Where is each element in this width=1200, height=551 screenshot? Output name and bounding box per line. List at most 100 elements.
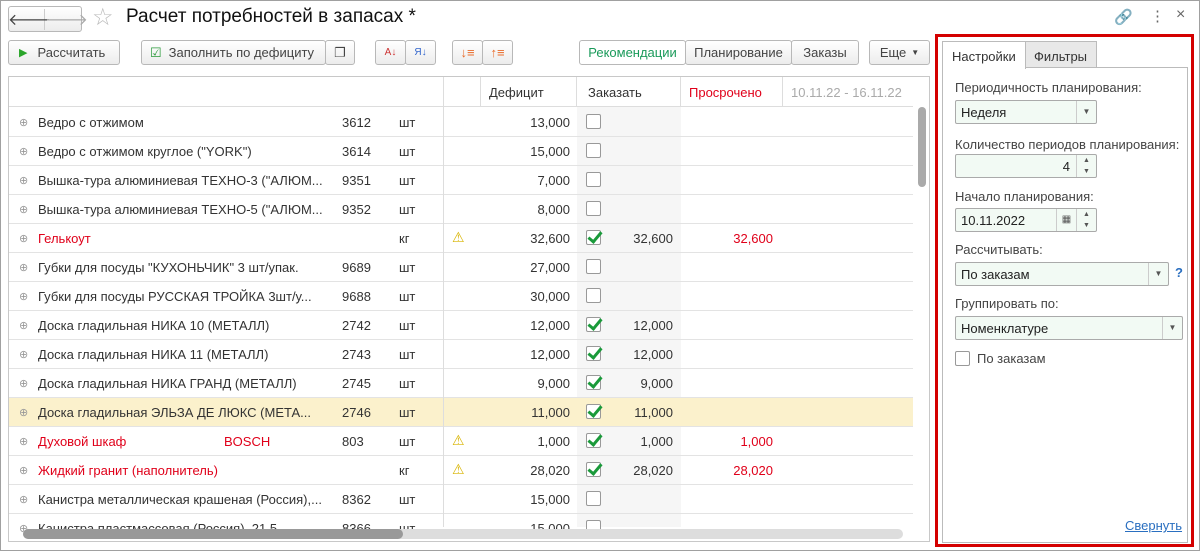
view-planning[interactable]: Планирование	[685, 40, 792, 65]
order-checkbox[interactable]	[586, 201, 601, 216]
group-select[interactable]: Номенклатуре ▼	[955, 316, 1183, 340]
header-deficit[interactable]: Дефицит	[489, 85, 544, 100]
copy-button[interactable]: ❐	[325, 40, 355, 65]
header-overdue[interactable]: Просрочено	[689, 85, 762, 100]
link-icon[interactable]: 🔗	[1114, 8, 1133, 26]
table-row[interactable]: ⊕ Губки для посуды "КУХОНЬЧИК" 3 шт/упак…	[9, 253, 913, 282]
view-orders[interactable]: Заказы	[791, 40, 859, 65]
item-unit: кг	[399, 463, 410, 478]
item-overdue: 1,000	[740, 434, 773, 449]
order-checkbox[interactable]	[586, 114, 601, 129]
order-checkbox[interactable]	[586, 317, 601, 332]
table-row[interactable]: ⊕ Вышка-тура алюминиевая ТЕХНО-5 ("АЛЮМ.…	[9, 195, 913, 224]
item-unit: шт	[399, 289, 416, 304]
periods-label: Количество периодов планирования:	[955, 137, 1180, 152]
expand-icon[interactable]: ⊕	[19, 464, 28, 477]
expand-icon[interactable]: ⊕	[19, 319, 28, 332]
calendar-icon[interactable]: ▦	[1056, 209, 1076, 231]
periodicity-select[interactable]: Неделя ▼	[955, 100, 1097, 124]
header-order[interactable]: Заказать	[588, 85, 642, 100]
vertical-scrollbar[interactable]	[915, 77, 929, 527]
expand-icon[interactable]: ⊕	[19, 435, 28, 448]
expand-icon[interactable]: ⊕	[19, 145, 28, 158]
order-down-button[interactable]: ↓≡	[452, 40, 483, 65]
table-row[interactable]: ⊕ Доска гладильная НИКА 11 (МЕТАЛЛ) 2743…	[9, 340, 913, 369]
tab-settings[interactable]: Настройки	[942, 41, 1026, 69]
order-checkbox[interactable]	[586, 462, 601, 477]
table-row[interactable]: ⊕ Губки для посуды РУССКАЯ ТРОЙКА 3шт/у.…	[9, 282, 913, 311]
fill-deficit-button[interactable]: ☑ Заполнить по дефициту	[141, 40, 326, 65]
item-order-qty[interactable]: 12,000	[633, 347, 673, 362]
order-checkbox[interactable]	[586, 172, 601, 187]
item-deficit: 1,000	[537, 434, 570, 449]
calc-select[interactable]: По заказам ▼	[955, 262, 1169, 286]
table-header: Дефицит Заказать Просрочено 10.11.22 - 1…	[9, 77, 913, 107]
item-unit: шт	[399, 405, 416, 420]
table-row[interactable]: ⊕ Ведро с отжимом 3612 шт 13,000	[9, 108, 913, 137]
table-row[interactable]: ⊕ Канистра металлическая крашеная (Росси…	[9, 485, 913, 514]
expand-icon[interactable]: ⊕	[19, 493, 28, 506]
expand-icon[interactable]: ⊕	[19, 377, 28, 390]
back-button[interactable]: 🡐	[8, 8, 51, 30]
expand-icon[interactable]: ⊕	[19, 232, 28, 245]
more-menu-icon[interactable]: ⋮	[1150, 7, 1165, 25]
calculate-button[interactable]: ▶ Рассчитать	[8, 40, 120, 65]
horizontal-scrollbar[interactable]	[23, 529, 903, 539]
tab-filters[interactable]: Фильтры	[1024, 41, 1098, 68]
item-unit: шт	[399, 376, 416, 391]
table-row[interactable]: ⊕ Доска гладильная НИКА ГРАНД (МЕТАЛЛ) 2…	[9, 369, 913, 398]
order-checkbox[interactable]	[586, 143, 601, 158]
collapse-link[interactable]: Свернуть	[1125, 518, 1182, 533]
header-period[interactable]: 10.11.22 - 16.11.22	[791, 85, 902, 100]
item-order-qty[interactable]: 32,600	[633, 231, 673, 246]
close-icon[interactable]: ×	[1176, 6, 1185, 24]
chevron-down-icon[interactable]: ▼	[1076, 101, 1096, 123]
item-order-qty[interactable]: 11,000	[634, 405, 673, 420]
order-checkbox[interactable]	[586, 375, 601, 390]
expand-icon[interactable]: ⊕	[19, 174, 28, 187]
table-row[interactable]: ⊕ Ведро с отжимом круглое ("YORK") 3614 …	[9, 137, 913, 166]
order-checkbox[interactable]	[586, 404, 601, 419]
table-row[interactable]: ⊕ Доска гладильная НИКА 10 (МЕТАЛЛ) 2742…	[9, 311, 913, 340]
item-unit: шт	[399, 144, 416, 159]
expand-icon[interactable]: ⊕	[19, 406, 28, 419]
order-checkbox[interactable]	[586, 259, 601, 274]
order-up-button[interactable]: ↑≡	[482, 40, 513, 65]
expand-icon[interactable]: ⊕	[19, 261, 28, 274]
table-row[interactable]: ⊕ Жидкий гранит (наполнитель) кг ⚠ 28,02…	[9, 456, 913, 485]
order-checkbox[interactable]	[586, 433, 601, 448]
start-date-input[interactable]: 10.11.2022 ▦ ▲ ▼	[955, 208, 1097, 232]
item-name: Доска гладильная НИКА 11 (МЕТАЛЛ)	[38, 347, 269, 362]
sort-desc-button[interactable]: Я↓	[405, 40, 436, 65]
view-recommendations[interactable]: Рекомендации	[579, 40, 686, 65]
spinner-icon[interactable]: ▲ ▼	[1076, 209, 1096, 231]
table-row[interactable]: ⊕ Гелькоут кг ⚠ 32,600 32,600 32,600	[9, 224, 913, 253]
order-checkbox[interactable]	[586, 230, 601, 245]
item-order-qty[interactable]: 28,020	[633, 463, 673, 478]
chevron-down-icon[interactable]: ▼	[1148, 263, 1168, 285]
item-order-qty[interactable]: 1,000	[640, 434, 673, 449]
expand-icon[interactable]: ⊕	[19, 116, 28, 129]
expand-icon[interactable]: ⊕	[19, 348, 28, 361]
item-order-qty[interactable]: 12,000	[633, 318, 673, 333]
item-order-qty[interactable]: 9,000	[640, 376, 673, 391]
item-unit: шт	[399, 173, 416, 188]
forward-button[interactable]: 🡒	[45, 9, 88, 30]
favorite-star-icon[interactable]: ☆	[92, 3, 114, 32]
chevron-down-icon[interactable]: ▼	[1162, 317, 1182, 339]
table-row[interactable]: ⊕ Вышка-тура алюминиевая ТЕХНО-3 ("АЛЮМ.…	[9, 166, 913, 195]
by-orders-checkbox[interactable]	[955, 351, 970, 366]
order-checkbox[interactable]	[586, 491, 601, 506]
item-deficit: 11,000	[531, 405, 570, 420]
expand-icon[interactable]: ⊕	[19, 203, 28, 216]
table-row[interactable]: ⊕ Доска гладильная ЭЛЬЗА ДЕ ЛЮКС (МЕТА..…	[9, 398, 913, 427]
spinner-icon[interactable]: ▲ ▼	[1076, 155, 1096, 177]
sort-asc-button[interactable]: А↓	[375, 40, 406, 65]
order-checkbox[interactable]	[586, 346, 601, 361]
expand-icon[interactable]: ⊕	[19, 290, 28, 303]
table-row[interactable]: ⊕ Духовой шкаф BOSCH 803 шт ⚠ 1,000 1,00…	[9, 427, 913, 456]
order-checkbox[interactable]	[586, 288, 601, 303]
help-icon[interactable]: ?	[1175, 265, 1183, 280]
periods-input[interactable]: 4 ▲ ▼	[955, 154, 1097, 178]
more-button[interactable]: Еще ▼	[869, 40, 930, 65]
